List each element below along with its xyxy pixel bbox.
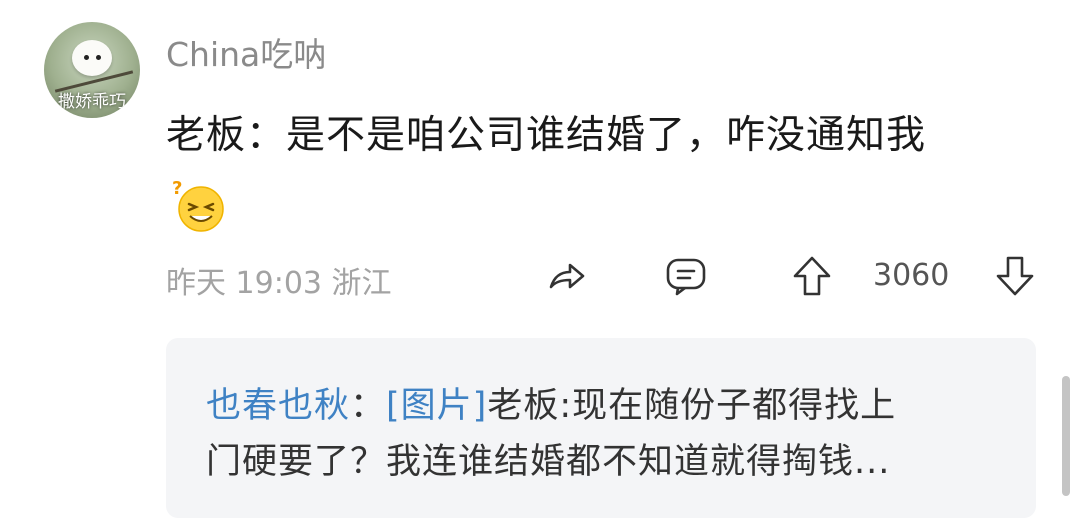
- reply-preview[interactable]: 也春也秋：[图片]老板:现在随份子都得找上 门硬要了？我连谁结婚都不知道就得掏钱…: [166, 338, 1036, 518]
- bird-graphic: [72, 40, 112, 76]
- comment-meta: 昨天 19:03 浙江: [166, 258, 392, 302]
- confused-laughing-emoji-icon: ?: [170, 176, 228, 234]
- reply-username[interactable]: 也春也秋: [206, 386, 350, 426]
- reply-image-tag[interactable]: [图片]: [386, 386, 487, 426]
- reply-line2: 门硬要了？我连谁结婚都不知道就得掏钱...: [206, 442, 891, 482]
- avatar-caption: 撒娇乖巧: [58, 92, 126, 112]
- avatar[interactable]: 撒娇乖巧: [44, 22, 140, 118]
- location: 浙江: [331, 266, 392, 301]
- scrollbar[interactable]: [1062, 376, 1070, 496]
- svg-text:?: ?: [172, 178, 182, 199]
- bird-eye: [96, 55, 101, 60]
- reply-text: 也春也秋：[图片]老板:现在随份子都得找上 门硬要了？我连谁结婚都不知道就得掏钱…: [206, 378, 1006, 490]
- bird-eye: [84, 55, 89, 60]
- vote-count: 3060: [873, 258, 950, 293]
- comment-icon[interactable]: [664, 254, 708, 298]
- comment-text: 老板：是不是咱公司谁结婚了，咋没通知我: [166, 113, 927, 158]
- upvote-icon[interactable]: [790, 254, 834, 298]
- username[interactable]: China吃呐: [166, 28, 326, 76]
- downvote-icon[interactable]: [993, 254, 1037, 298]
- share-icon[interactable]: [545, 254, 589, 298]
- timestamp: 昨天 19:03: [166, 266, 322, 301]
- reply-separator: ：: [350, 386, 387, 426]
- reply-line1: 老板:现在随份子都得找上: [487, 386, 897, 426]
